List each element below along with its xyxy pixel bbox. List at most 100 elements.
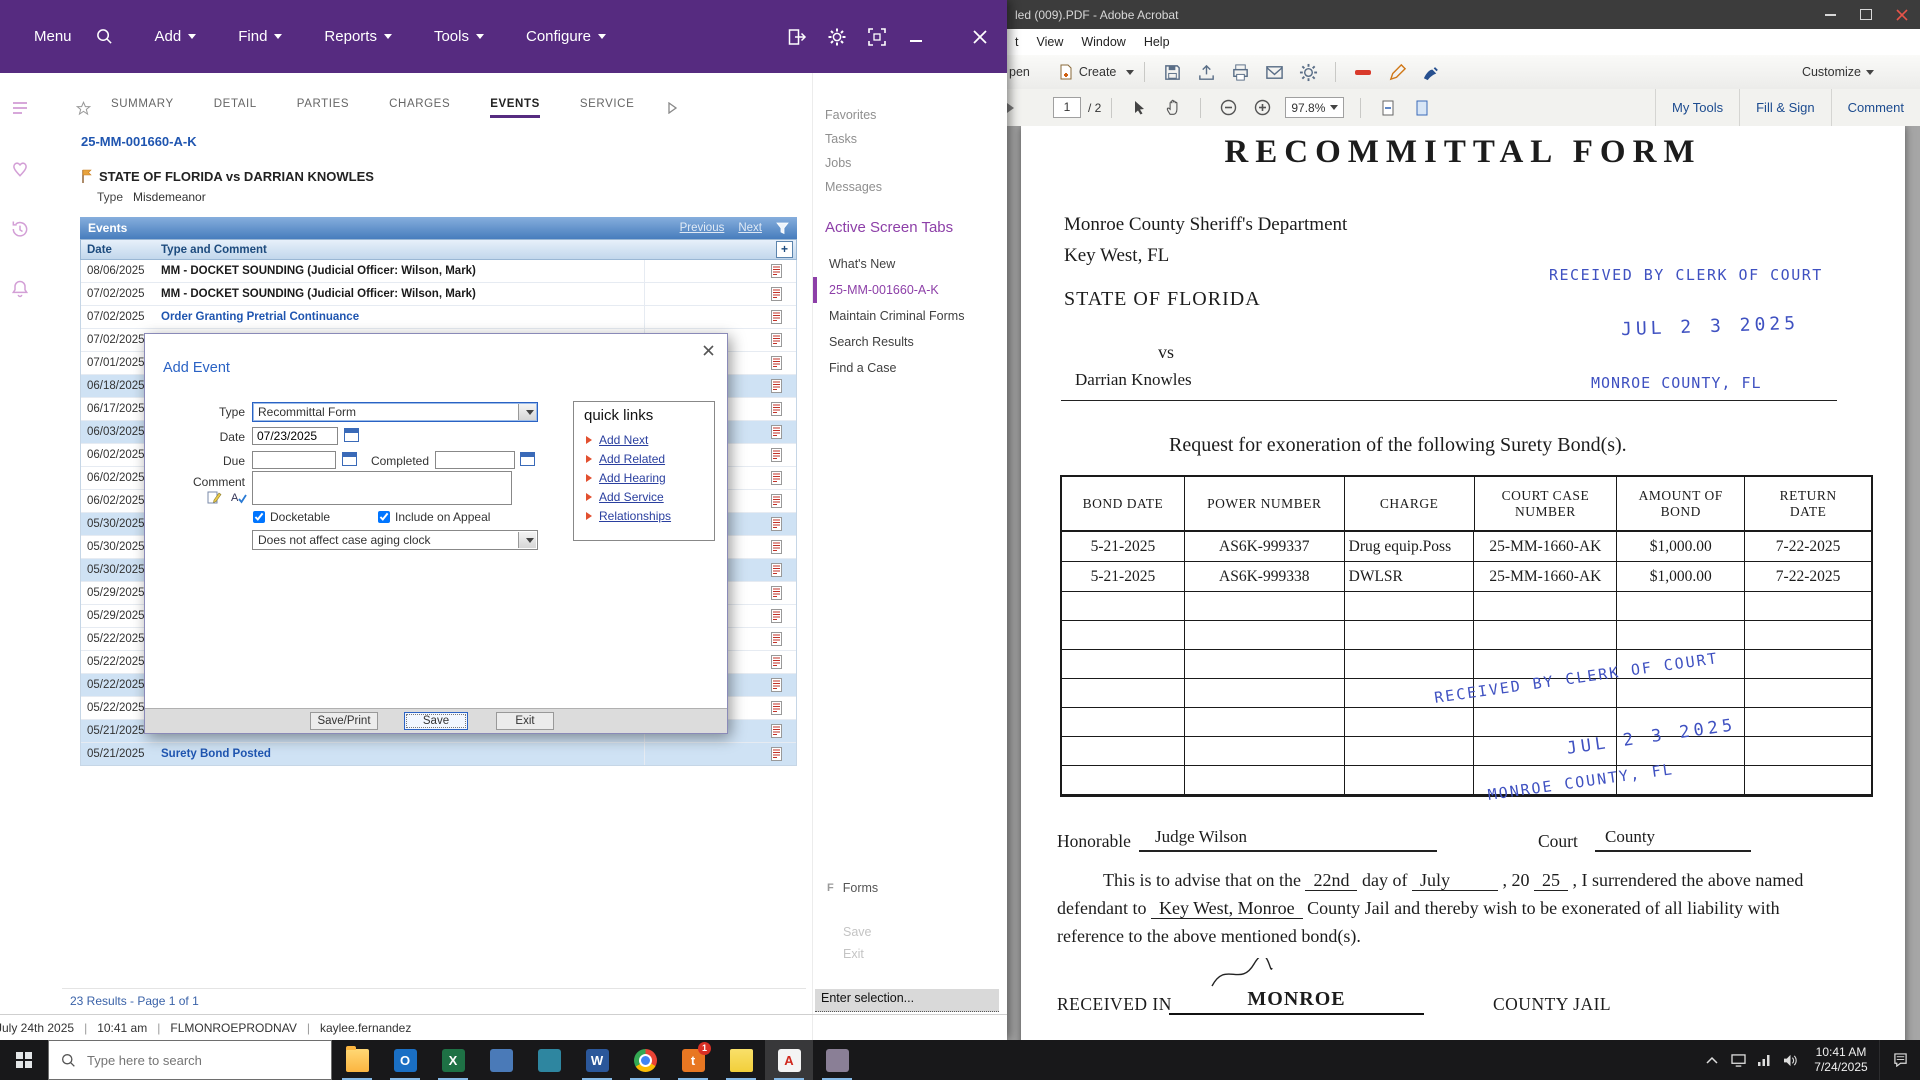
save-button[interactable]: Save: [404, 712, 468, 730]
event-row[interactable]: 07/02/2025 MM - DOCKET SOUNDING (Judicia…: [81, 283, 796, 306]
include-on-appeal-checkbox[interactable]: [378, 511, 390, 523]
case-tab[interactable]: SERVICE: [580, 98, 634, 118]
file-explorer-icon[interactable]: [333, 1040, 381, 1080]
select-tool-icon[interactable]: [1127, 96, 1151, 120]
screen-tab[interactable]: What's New: [813, 251, 1007, 277]
gear-icon[interactable]: [827, 27, 847, 47]
create-button[interactable]: Create: [1058, 64, 1135, 80]
restore-button[interactable]: [1848, 0, 1884, 29]
panel-link[interactable]: Jobs: [813, 151, 1007, 175]
panel-link[interactable]: Messages: [813, 175, 1007, 199]
menu-item-partial[interactable]: t: [1006, 35, 1027, 49]
screen-tab[interactable]: 25-MM-001660-A-K: [813, 277, 1007, 303]
page-number-input[interactable]: 1: [1053, 97, 1081, 118]
completed-date-input[interactable]: [435, 451, 515, 469]
sign-icon[interactable]: [1419, 60, 1443, 84]
event-row[interactable]: 08/06/2025 MM - DOCKET SOUNDING (Judicia…: [81, 260, 796, 283]
previous-page-link[interactable]: Previous: [680, 222, 725, 234]
quick-link[interactable]: Add Service: [574, 487, 714, 506]
save-icon[interactable]: [1160, 60, 1184, 84]
search-icon[interactable]: [96, 28, 113, 45]
document-icon[interactable]: [771, 563, 782, 577]
document-area[interactable]: RECOMMITTAL FORM Monroe County Sheriff's…: [1006, 126, 1920, 1040]
calendar-icon[interactable]: [344, 428, 359, 442]
event-row[interactable]: 05/21/2025 Surety Bond Posted: [81, 743, 796, 765]
menu-item[interactable]: Window: [1072, 35, 1134, 49]
favorite-star-icon[interactable]: [76, 101, 91, 116]
event-description[interactable]: Surety Bond Posted: [161, 748, 644, 760]
tool-tab[interactable]: Fill & Sign: [1739, 89, 1831, 126]
highlight-icon[interactable]: [1351, 60, 1375, 84]
bell-icon[interactable]: [10, 279, 30, 299]
document-icon[interactable]: [771, 701, 782, 715]
aging-clock-select[interactable]: Does not affect case aging clock: [252, 530, 538, 550]
document-icon[interactable]: [771, 448, 782, 462]
note-edit-icon[interactable]: [207, 490, 222, 508]
start-button[interactable]: [0, 1040, 48, 1080]
tool-tab[interactable]: My Tools: [1655, 89, 1739, 126]
document-icon[interactable]: [771, 287, 782, 301]
outlook-icon[interactable]: O: [381, 1040, 429, 1080]
next-page-link[interactable]: Next: [738, 222, 762, 234]
zoom-in-icon[interactable]: [1250, 96, 1274, 120]
document-icon[interactable]: [771, 678, 782, 692]
screen-tab[interactable]: Search Results: [813, 329, 1007, 355]
fullscreen-icon[interactable]: [867, 27, 887, 47]
blue-app-icon[interactable]: [477, 1040, 525, 1080]
screen-tab[interactable]: Find a Case: [813, 355, 1007, 381]
menu-item[interactable]: Tools: [434, 28, 484, 45]
more-tabs-icon[interactable]: [666, 102, 678, 114]
document-icon[interactable]: [771, 471, 782, 485]
document-icon[interactable]: [771, 379, 782, 393]
panel-link[interactable]: Tasks: [813, 127, 1007, 151]
chrome-icon[interactable]: [621, 1040, 669, 1080]
volume-icon[interactable]: [1777, 1040, 1803, 1080]
document-icon[interactable]: [771, 655, 782, 669]
action-center-icon[interactable]: [1879, 1040, 1920, 1080]
document-icon[interactable]: [771, 356, 782, 370]
zoom-level-select[interactable]: 97.8%: [1285, 97, 1344, 118]
taskbar-clock[interactable]: 10:41 AM 7/24/2025: [1803, 1045, 1879, 1075]
case-tab[interactable]: DETAIL: [214, 98, 257, 118]
word-icon[interactable]: W: [573, 1040, 621, 1080]
forms-shortcut[interactable]: F Forms: [827, 881, 878, 895]
type-column-header[interactable]: Type and Comment: [161, 244, 776, 256]
zoom-out-icon[interactable]: [1216, 96, 1240, 120]
dialog-close-button[interactable]: [702, 344, 715, 360]
event-date-input[interactable]: [252, 427, 338, 445]
document-icon[interactable]: [771, 724, 782, 738]
menu-button[interactable]: Menu: [34, 28, 72, 45]
hidden-icons-chevron[interactable]: [1699, 1040, 1725, 1080]
minimize-icon[interactable]: [907, 28, 925, 46]
spellcheck-icon[interactable]: A: [231, 490, 247, 508]
case-tab[interactable]: SUMMARY: [111, 98, 174, 118]
sticky-notes-icon[interactable]: [717, 1040, 765, 1080]
event-description[interactable]: MM - DOCKET SOUNDING (Judicial Officer: …: [161, 288, 644, 300]
history-icon[interactable]: [10, 219, 30, 239]
fit-page-icon[interactable]: [1410, 96, 1434, 120]
upload-icon[interactable]: [1194, 60, 1218, 84]
menu-item[interactable]: Add: [155, 28, 197, 45]
gear-icon[interactable]: [1296, 60, 1320, 84]
document-icon[interactable]: [771, 310, 782, 324]
hand-tool-icon[interactable]: [1161, 96, 1185, 120]
quick-link[interactable]: Add Hearing: [574, 468, 714, 487]
event-description[interactable]: MM - DOCKET SOUNDING (Judicial Officer: …: [161, 265, 644, 277]
document-icon[interactable]: [771, 632, 782, 646]
menu-item[interactable]: Configure: [526, 28, 606, 45]
acrobat-titlebar[interactable]: led (009).PDF - Adobe Acrobat: [1006, 0, 1920, 29]
quick-link[interactable]: Relationships: [574, 506, 714, 525]
menu-item[interactable]: View: [1027, 35, 1072, 49]
case-tab[interactable]: PARTIES: [297, 98, 349, 118]
event-type-select[interactable]: Recommittal Form: [252, 402, 538, 422]
search-input[interactable]: [85, 1052, 309, 1069]
comment-textarea[interactable]: [252, 471, 512, 505]
chevron-down-icon[interactable]: [518, 404, 536, 420]
menu-item[interactable]: Reports: [324, 28, 392, 45]
add-row-button[interactable]: +: [776, 241, 793, 258]
odyssey-icon[interactable]: t 1: [669, 1040, 717, 1080]
event-row[interactable]: 07/02/2025 Order Granting Pretrial Conti…: [81, 306, 796, 329]
document-icon[interactable]: [771, 517, 782, 531]
menu-item[interactable]: Find: [238, 28, 282, 45]
menu-item[interactable]: Help: [1135, 35, 1179, 49]
